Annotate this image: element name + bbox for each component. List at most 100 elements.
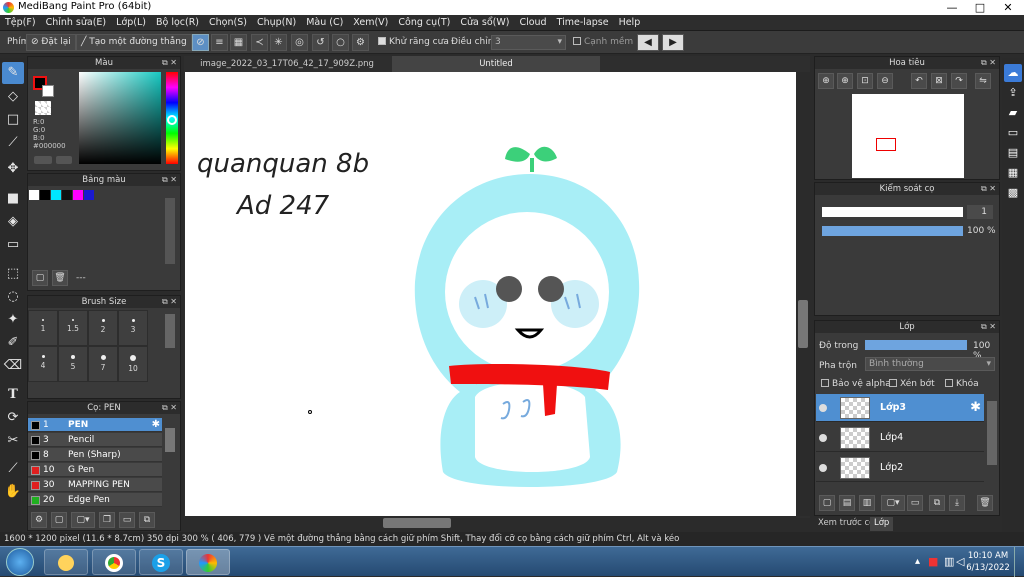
brush-size-value[interactable]: 1 [967, 205, 993, 219]
swap-color-icon[interactable] [34, 156, 52, 164]
zoom-in-icon[interactable]: ⊕ [818, 73, 834, 89]
brush-list-scrollbar[interactable] [165, 428, 175, 452]
panel-close-icon[interactable]: ⧉ ✕ [981, 321, 996, 333]
medibang-icon[interactable] [186, 549, 230, 575]
vertical-scrollbar[interactable] [796, 72, 810, 516]
palette-scrollbar[interactable] [165, 198, 175, 264]
duplicate-icon[interactable]: ⧉ [139, 512, 155, 528]
text-tool-icon[interactable]: T [2, 384, 24, 406]
palette-swatch[interactable] [29, 190, 39, 200]
new-palette-icon[interactable]: ▢ [32, 270, 48, 286]
rotate-right-icon[interactable]: ↷ [951, 73, 967, 89]
blend-mode-select[interactable]: Bình thường ▾ [865, 357, 995, 371]
new-layer-icon[interactable]: ▢ [819, 495, 835, 511]
delete-layer-icon[interactable]: 🗑 [977, 495, 993, 511]
show-desktop-button[interactable] [1014, 547, 1024, 577]
menu-window[interactable]: Cửa sổ(W) [455, 15, 514, 28]
menu-tools[interactable]: Công cụ(T) [393, 15, 455, 28]
menu-timelapse[interactable]: Time-lapse [552, 15, 614, 28]
menu-file[interactable]: Tệp(F) [0, 15, 41, 28]
palette-swatch[interactable] [62, 190, 72, 200]
visibility-icon[interactable] [819, 434, 827, 442]
line-brush-icon[interactable]: ⟋ [2, 132, 24, 154]
redo-icon[interactable]: ▶ [662, 34, 684, 51]
eyedropper-icon[interactable]: ⟋ [2, 458, 24, 480]
brush-size-option[interactable]: 10 [118, 346, 148, 382]
palette-menu[interactable]: --- [76, 273, 86, 283]
new-brush-icon[interactable]: ▢ [51, 512, 67, 528]
fill-rect-icon[interactable]: ■ [2, 188, 24, 210]
menu-snap[interactable]: Chụp(N) [252, 15, 301, 28]
fit-icon[interactable]: ⊡ [857, 73, 873, 89]
grid-snap-icon[interactable]: ▦ [230, 34, 247, 51]
hand-tool-icon[interactable]: ✋ [2, 481, 24, 503]
brush-size-option[interactable]: 7 [88, 346, 118, 382]
add-color-icon[interactable] [56, 156, 72, 164]
copy-brush-icon[interactable]: ❐ [99, 512, 115, 528]
panel-close-icon[interactable]: ⧉ ✕ [981, 57, 996, 69]
add-brush-menu-icon[interactable]: ▢▾ [71, 512, 95, 528]
minimize-button[interactable]: — [938, 0, 966, 15]
perspective-snap-icon[interactable]: ≺ [251, 34, 268, 51]
layer-item[interactable]: Lớp2 [816, 454, 984, 482]
merge-layer-icon[interactable]: ⤓ [949, 495, 965, 511]
brush-item[interactable]: 8 Pen (Sharp) [28, 448, 162, 462]
viewport-rect[interactable] [876, 138, 896, 151]
reset-button[interactable]: ⊘ Đặt lại [26, 34, 76, 51]
visibility-icon[interactable] [819, 404, 827, 412]
antialias-checkbox[interactable]: Khử răng cưa [378, 37, 449, 47]
eraser-tool-icon[interactable]: ◇ [2, 86, 24, 108]
comment-icon[interactable]: ▭ [1004, 124, 1022, 142]
rotate-left-icon[interactable]: ↶ [911, 73, 927, 89]
chrome-icon[interactable] [92, 549, 136, 575]
protect-alpha-checkbox[interactable]: Bảo vệ alpha [821, 379, 891, 389]
panel-close-icon[interactable]: ⧉ ✕ [162, 296, 177, 308]
transparent-swatch[interactable] [35, 101, 51, 115]
grid-icon[interactable]: ▩ [1004, 184, 1022, 202]
share-icon[interactable]: ⇪ [1004, 84, 1022, 102]
menu-filter[interactable]: Bộ lọc(R) [151, 15, 204, 28]
layer-list-scrollbar[interactable] [987, 401, 997, 465]
correction-select[interactable]: 3 ▾ [491, 35, 566, 50]
select-pen-icon[interactable]: ✐ [2, 332, 24, 354]
brush-item[interactable]: 10 G Pen [28, 463, 162, 477]
paint-app-icon[interactable] [44, 549, 88, 575]
clipping-checkbox[interactable]: Xén bớt [889, 379, 935, 389]
brush-item[interactable]: 20 Edge Pen [28, 493, 162, 507]
radial-snap-icon[interactable]: ✳ [270, 34, 287, 51]
gear-icon[interactable]: ✱ [152, 418, 160, 432]
lock-checkbox[interactable]: Khóa [945, 379, 979, 389]
divide-tool-icon[interactable]: ✂ [2, 430, 24, 452]
close-button[interactable]: ✕ [994, 0, 1022, 15]
undo-icon[interactable]: ◀ [637, 34, 659, 51]
palette-swatch[interactable] [73, 190, 83, 200]
delete-palette-icon[interactable]: 🗑 [52, 270, 68, 286]
scroll-thumb[interactable] [383, 518, 451, 528]
brush-size-scrollbar[interactable] [165, 314, 175, 348]
tab-image[interactable]: image_2022_03_17T06_42_17_909Z.png [184, 56, 390, 72]
gradient-tool-icon[interactable]: ▭ [2, 234, 24, 256]
brush-size-option[interactable]: 3 [118, 310, 148, 346]
brush-size-option[interactable]: 2 [88, 310, 118, 346]
palette-swatch[interactable] [84, 190, 94, 200]
brush-item[interactable]: 30 MAPPING PEN [28, 478, 162, 492]
flip-icon[interactable]: ⇋ [975, 73, 991, 89]
curve-snap-icon[interactable]: ↺ [312, 34, 329, 51]
reset-view-icon[interactable]: ⊠ [931, 73, 947, 89]
hue-handle[interactable] [167, 115, 177, 125]
circle-snap-icon[interactable]: ◎ [291, 34, 308, 51]
gear-icon[interactable]: ✱ [970, 400, 981, 415]
folder-icon[interactable]: ▭ [119, 512, 135, 528]
menu-color[interactable]: Màu (C) [301, 15, 348, 28]
brush-size-option[interactable]: 5 [58, 346, 88, 382]
scroll-thumb[interactable] [798, 300, 808, 348]
zoom-out-icon[interactable]: ⊖ [877, 73, 893, 89]
brush-size-slider[interactable] [822, 207, 963, 217]
tab-brush-preview[interactable]: Xem trước cọ [818, 518, 874, 528]
select-eraser-icon[interactable]: ⌫ [2, 355, 24, 377]
dot-tool-icon[interactable]: □ [2, 109, 24, 131]
maximize-button[interactable]: □ [966, 0, 994, 15]
brush-settings-icon[interactable]: ⚙ [31, 512, 47, 528]
snap-settings-icon[interactable]: ⚙ [352, 34, 369, 51]
tab-layer[interactable]: Lớp [870, 517, 894, 531]
